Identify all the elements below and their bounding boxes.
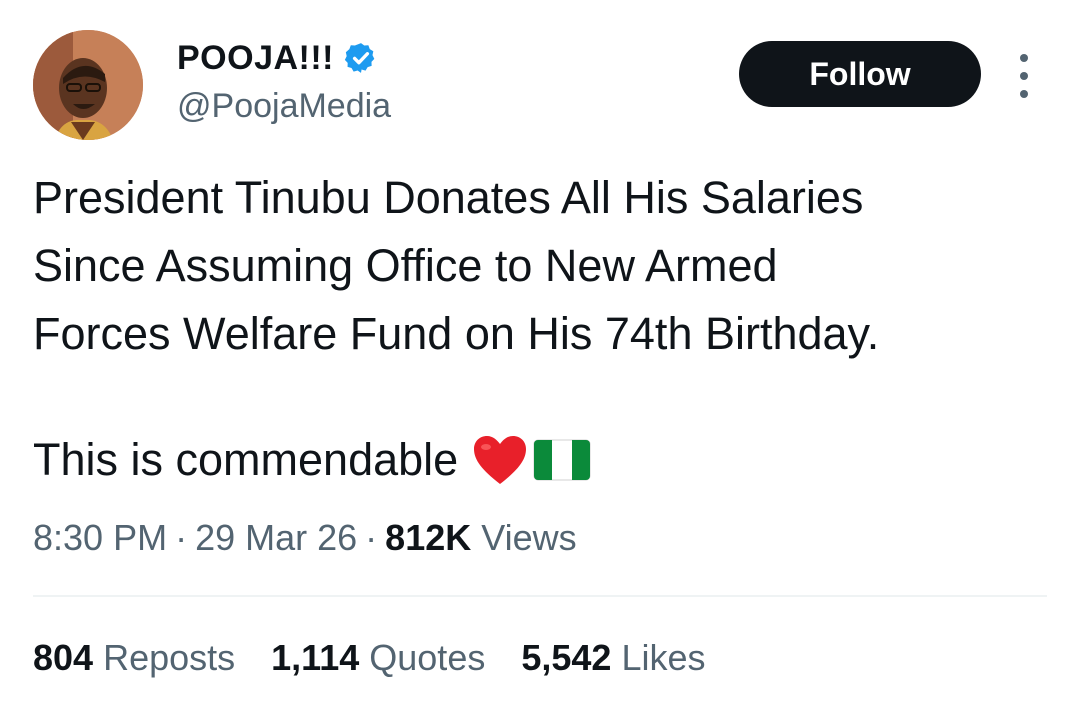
views-count: 812K [385, 517, 472, 558]
tweet-date[interactable]: 29 Mar 26 [195, 517, 357, 558]
divider [33, 595, 1047, 597]
display-name-text: POOJA!!! [177, 39, 334, 77]
separator-dot: · [175, 517, 188, 558]
likes-count: 5,542 [521, 637, 612, 678]
separator-dot: · [365, 517, 378, 558]
reposts-count: 804 [33, 637, 94, 678]
tweet-stats: 804 Reposts 1,114 Quotes 5,542 Likes [33, 634, 741, 682]
verified-badge-icon [344, 43, 375, 73]
follow-button[interactable]: Follow [739, 41, 981, 107]
tweet-text-line: Since Assuming Office to New Armed [33, 240, 778, 291]
tweet-text: President Tinubu Donates All His Salarie… [33, 164, 1043, 368]
tweet-text-line: President Tinubu Donates All His Salarie… [33, 172, 864, 223]
red-heart-emoji-icon [474, 436, 527, 484]
tweet-meta: 8:30 PM · 29 Mar 26 · 812K Views [33, 514, 577, 562]
reposts-label: Reposts [103, 637, 236, 678]
more-vertical-icon[interactable] [1014, 54, 1034, 98]
author-handle[interactable]: @PoojaMedia [177, 86, 391, 126]
views-label: Views [481, 517, 577, 558]
avatar-image [33, 30, 143, 140]
tweet-text-line: Forces Welfare Fund on His 74th Birthday… [33, 308, 880, 359]
nigeria-flag-emoji-icon [533, 439, 591, 481]
avatar[interactable] [33, 30, 143, 140]
likes-stat[interactable]: 5,542 Likes [521, 634, 705, 682]
tweet-second-paragraph-text: This is commendable [33, 434, 459, 485]
reposts-stat[interactable]: 804 Reposts [33, 634, 235, 682]
more-dot [1020, 54, 1028, 62]
more-dot [1020, 90, 1028, 98]
tweet-second-paragraph: This is commendable [33, 426, 592, 494]
more-dot [1020, 72, 1028, 80]
quotes-count: 1,114 [271, 637, 360, 678]
author-display-name[interactable]: POOJA!!! [177, 38, 378, 78]
likes-label: Likes [621, 637, 706, 678]
tweet-time[interactable]: 8:30 PM [33, 517, 167, 558]
quotes-label: Quotes [369, 637, 486, 678]
quotes-stat[interactable]: 1,114 Quotes [271, 634, 485, 682]
